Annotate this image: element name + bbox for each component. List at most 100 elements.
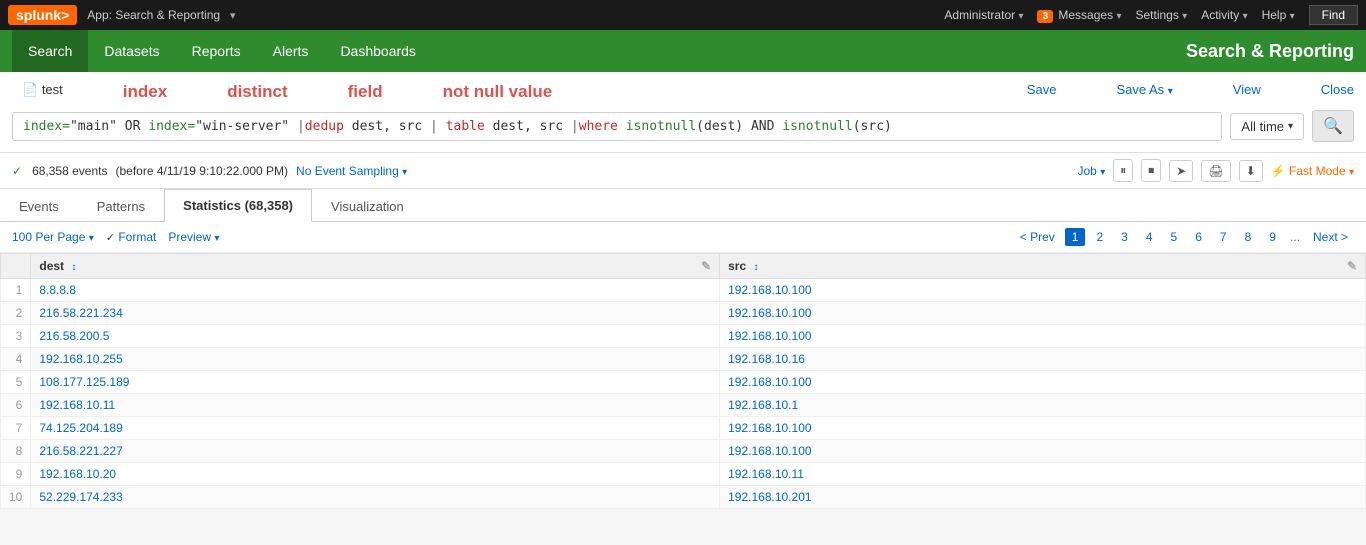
row-number: 3	[1, 325, 31, 348]
table-toolbar: 100 Per Page ▾ ✓ Format Preview ▾ < Prev…	[0, 222, 1366, 253]
nav-datasets[interactable]: Datasets	[88, 30, 175, 72]
preview-button[interactable]: Preview ▾	[168, 230, 219, 244]
top-nav-right: Administrator ▾ 3 Messages ▾ Settings ▾ …	[944, 5, 1358, 25]
src-cell[interactable]: 192.168.10.11	[720, 463, 1366, 486]
nav-reports[interactable]: Reports	[176, 30, 257, 72]
dest-cell[interactable]: 192.168.10.255	[31, 348, 720, 371]
splunk-logo: splunk>	[8, 5, 77, 25]
annotation-notnull: not null value	[443, 82, 553, 102]
table-row: 3 216.58.200.5 192.168.10.100	[1, 325, 1366, 348]
activity-menu[interactable]: Activity ▾	[1201, 8, 1247, 22]
top-nav-left: splunk> App: Search & Reporting ▾	[8, 5, 236, 25]
dest-cell[interactable]: 192.168.10.20	[31, 463, 720, 486]
messages-menu[interactable]: 3 Messages ▾	[1037, 8, 1121, 22]
toolbar-left: 100 Per Page ▾ ✓ Format Preview ▾	[12, 230, 219, 244]
table-row: 9 192.168.10.20 192.168.10.11	[1, 463, 1366, 486]
table-row: 2 216.58.221.234 192.168.10.100	[1, 302, 1366, 325]
src-col-actions[interactable]: ✎	[1347, 259, 1357, 273]
settings-menu[interactable]: Settings ▾	[1135, 8, 1187, 22]
view-button[interactable]: View	[1233, 82, 1261, 102]
help-menu[interactable]: Help ▾	[1262, 8, 1295, 22]
dest-cell[interactable]: 192.168.10.11	[31, 394, 720, 417]
dest-cell[interactable]: 216.58.221.227	[31, 440, 720, 463]
pause-button[interactable]: ⏸	[1113, 159, 1133, 182]
format-button[interactable]: ✓ Format	[106, 230, 157, 244]
page-3-button[interactable]: 3	[1114, 228, 1135, 246]
row-number: 9	[1, 463, 31, 486]
row-number: 8	[1, 440, 31, 463]
search-input-container[interactable]: index="main" OR index="win-server" |dedu…	[12, 112, 1222, 141]
dest-cell[interactable]: 216.58.221.234	[31, 302, 720, 325]
dest-cell[interactable]: 108.177.125.189	[31, 371, 720, 394]
time-range-dropdown[interactable]: All time ▾	[1230, 113, 1304, 140]
dest-cell[interactable]: 216.58.200.5	[31, 325, 720, 348]
no-event-sampling[interactable]: No Event Sampling ▾	[296, 164, 407, 178]
row-number: 1	[1, 279, 31, 302]
results-info-bar: ✓ 68,358 events (before 4/11/19 9:10:22.…	[0, 153, 1366, 189]
annotation-distinct: distinct	[227, 82, 287, 102]
dest-cell[interactable]: 74.125.204.189	[31, 417, 720, 440]
src-cell[interactable]: 192.168.10.100	[720, 440, 1366, 463]
download-button[interactable]: ⬇	[1239, 160, 1263, 182]
nav-dashboards[interactable]: Dashboards	[324, 30, 432, 72]
prev-page-button[interactable]: < Prev	[1014, 228, 1061, 246]
table-row: 10 52.229.174.233 192.168.10.201	[1, 486, 1366, 509]
job-menu[interactable]: Job ▾	[1078, 164, 1106, 178]
row-number: 2	[1, 302, 31, 325]
saveas-button[interactable]: Save As ▾	[1116, 82, 1172, 102]
page-ellipsis: ...	[1287, 230, 1303, 244]
send-button[interactable]: ➤	[1169, 160, 1193, 182]
app-dropdown-icon[interactable]: ▾	[230, 9, 236, 22]
page-8-button[interactable]: 8	[1238, 228, 1259, 246]
doc-icon: 📄	[22, 82, 38, 97]
dest-column-header: dest ↕ ✎	[31, 254, 720, 279]
src-cell[interactable]: 192.168.10.100	[720, 325, 1366, 348]
tab-visualization[interactable]: Visualization	[312, 190, 423, 222]
page-9-button[interactable]: 9	[1262, 228, 1283, 246]
src-cell[interactable]: 192.168.10.100	[720, 279, 1366, 302]
search-submit-button[interactable]: 🔍	[1312, 110, 1354, 142]
src-cell[interactable]: 192.168.10.100	[720, 371, 1366, 394]
per-page-dropdown[interactable]: 100 Per Page ▾	[12, 230, 94, 244]
src-cell[interactable]: 192.168.10.100	[720, 417, 1366, 440]
save-button[interactable]: Save	[1027, 82, 1057, 102]
fast-mode-menu[interactable]: ⚡ Fast Mode ▾	[1271, 164, 1354, 178]
dest-cell[interactable]: 8.8.8.8	[31, 279, 720, 302]
tab-events[interactable]: Events	[0, 190, 78, 222]
tab-statistics[interactable]: Statistics (68,358)	[164, 189, 312, 222]
page-6-button[interactable]: 6	[1188, 228, 1209, 246]
tab-patterns[interactable]: Patterns	[78, 190, 164, 222]
src-cell[interactable]: 192.168.10.201	[720, 486, 1366, 509]
page-7-button[interactable]: 7	[1213, 228, 1234, 246]
search-annotation-row: 📄 test index distinct field not null val…	[12, 82, 1354, 110]
find-button[interactable]: Find	[1309, 5, 1358, 25]
page-2-button[interactable]: 2	[1089, 228, 1110, 246]
src-cell[interactable]: 192.168.10.16	[720, 348, 1366, 371]
src-cell[interactable]: 192.168.10.100	[720, 302, 1366, 325]
table-container: dest ↕ ✎ src ↕ ✎ 1 8.8.8.8 192.168.10.10…	[0, 253, 1366, 509]
dest-cell[interactable]: 52.229.174.233	[31, 486, 720, 509]
admin-menu[interactable]: Administrator ▾	[944, 8, 1023, 22]
next-page-button[interactable]: Next >	[1307, 228, 1354, 246]
nav-search[interactable]: Search	[12, 30, 88, 72]
table-row: 1 8.8.8.8 192.168.10.100	[1, 279, 1366, 302]
check-icon: ✓	[12, 164, 22, 178]
page-1-button[interactable]: 1	[1065, 228, 1086, 246]
toolbar-right: < Prev 1 2 3 4 5 6 7 8 9 ... Next >	[1014, 228, 1354, 246]
src-column-header: src ↕ ✎	[720, 254, 1366, 279]
src-cell[interactable]: 192.168.10.1	[720, 394, 1366, 417]
results-left: ✓ 68,358 events (before 4/11/19 9:10:22.…	[12, 164, 407, 178]
app-title: Search & Reporting	[1186, 41, 1354, 62]
tabs-bar: Events Patterns Statistics (68,358) Visu…	[0, 189, 1366, 222]
close-button[interactable]: Close	[1321, 82, 1354, 102]
results-right: Job ▾ ⏸ ⏹ ➤ 🖨 ⬇ ⚡ Fast Mode ▾	[1078, 159, 1355, 182]
row-number: 6	[1, 394, 31, 417]
dest-col-actions[interactable]: ✎	[701, 259, 711, 273]
event-count: 68,358 events	[32, 164, 107, 178]
page-5-button[interactable]: 5	[1164, 228, 1185, 246]
stop-button[interactable]: ⏹	[1141, 159, 1161, 182]
print-button[interactable]: 🖨	[1201, 160, 1230, 182]
nav-alerts[interactable]: Alerts	[257, 30, 325, 72]
page-4-button[interactable]: 4	[1139, 228, 1160, 246]
row-num-header	[1, 254, 31, 279]
